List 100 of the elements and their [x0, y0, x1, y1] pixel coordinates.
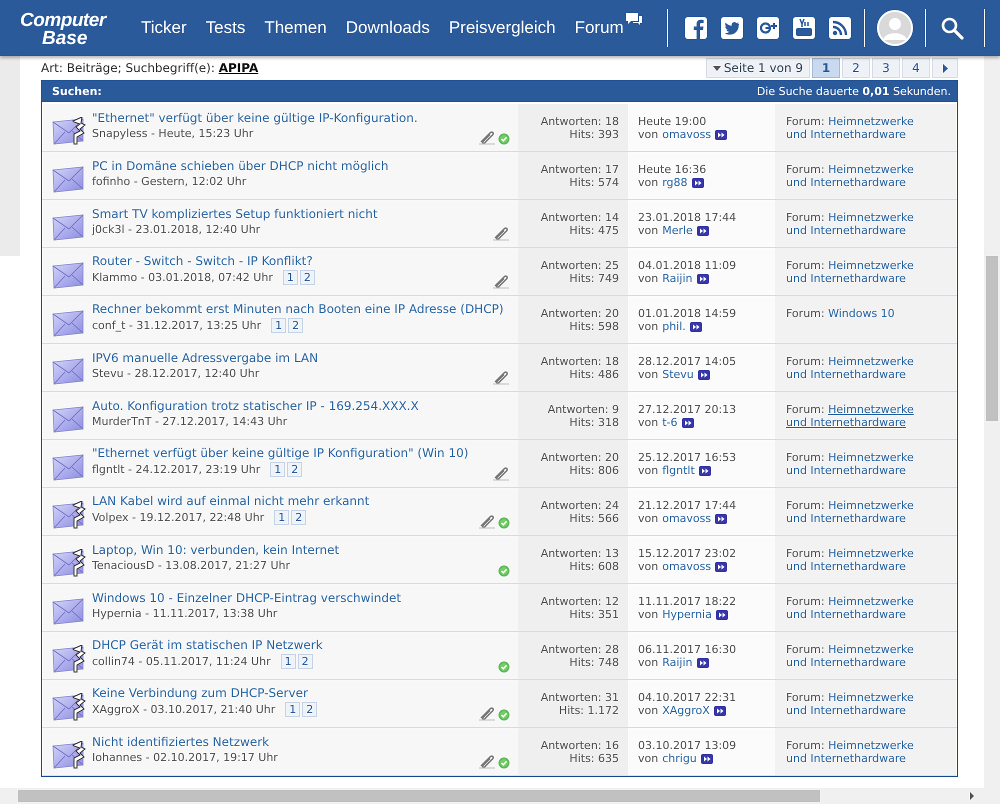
page-link[interactable]: 1 [271, 318, 286, 333]
page-dropdown[interactable]: Seite 1 von 9 [706, 58, 810, 78]
user-link[interactable]: omavoss [662, 512, 712, 525]
forum-info[interactable]: Forum: Heimnetzwerke und Internethardware [786, 115, 926, 141]
nav-link[interactable]: Preisvergleich [448, 18, 556, 38]
topic-link[interactable]: Windows 10 - Einzelner DHCP-Eintrag verschwindet [92, 591, 402, 605]
page-link[interactable]: 2 [300, 270, 315, 285]
user-link[interactable]: Merle [662, 224, 693, 237]
jump-icon[interactable] [698, 466, 711, 476]
page-button[interactable]: 3 [872, 58, 900, 78]
page-link[interactable]: 1 [270, 462, 286, 477]
page-link[interactable]: 2 [291, 510, 306, 525]
jump-icon[interactable] [715, 130, 728, 140]
horizontal-scrollbar[interactable] [0, 788, 1000, 804]
page-link[interactable]: 1 [282, 270, 298, 285]
forum-info[interactable]: Forum: Heimnetzwerke und Internethardware [786, 691, 926, 717]
forum-info[interactable]: Forum: Heimnetzwerke und Internethardware [786, 163, 926, 189]
nav-link[interactable]: Themen [264, 18, 327, 38]
page-link[interactable]: 2 [302, 702, 318, 717]
user-link[interactable]: omavoss [662, 128, 712, 141]
user-link[interactable]: Hypernia [662, 608, 712, 621]
forum-info[interactable]: Forum: Windows 10 [786, 307, 926, 320]
forum-info[interactable]: Forum: Heimnetzwerke und Internethardware [786, 739, 926, 765]
user-link[interactable]: phil. [662, 320, 686, 333]
nav-link[interactable]: Tests [206, 18, 246, 38]
user-link[interactable]: XAggroX [662, 704, 710, 717]
scroll-arrow-icon[interactable] [968, 792, 976, 800]
jump-icon[interactable] [682, 418, 694, 428]
topic-link[interactable]: Rechner bekommt erst Minuten nach Booten eine IP Adresse (DHCP) [92, 302, 504, 316]
user-link[interactable]: rg88 [662, 176, 688, 189]
jump-icon[interactable] [690, 322, 702, 332]
page-link[interactable]: 1 [274, 510, 290, 525]
by-label: von [638, 128, 658, 141]
jump-icon[interactable] [696, 226, 709, 236]
user-link[interactable]: flgntlt [662, 464, 695, 477]
page-button[interactable]: 1 [812, 58, 840, 78]
jump-icon[interactable] [714, 706, 726, 716]
caret-icon [712, 66, 721, 70]
social-icon[interactable] [792, 16, 816, 40]
page-button[interactable]: 2 [842, 58, 870, 78]
page-button[interactable]: 4 [902, 58, 930, 78]
jump-icon[interactable] [700, 754, 713, 764]
page-link[interactable]: 2 [288, 318, 304, 333]
forum-info[interactable]: Forum: Heimnetzwerke und Internethardware [786, 259, 926, 285]
forum-info[interactable]: Forum: Heimnetzwerke und Internethardware [786, 451, 926, 477]
next-page-button[interactable] [932, 58, 958, 78]
forum-info[interactable]: Forum: Heimnetzwerke und Internethardware [786, 595, 926, 621]
topic-link[interactable]: "Ethernet" verfügt über keine gültige IP-Konfiguration. [92, 111, 418, 125]
forum-info[interactable]: Forum: Heimnetzwerke und Internethardware [786, 403, 926, 429]
topic-link[interactable]: LAN Kabel wird auf einmal nicht mehr erkannt [92, 494, 370, 508]
chat-icon[interactable] [624, 12, 643, 26]
search-icon[interactable] [940, 16, 964, 40]
nav-link[interactable]: Forum [574, 18, 624, 38]
reply-count: Antworten: 20 [540, 307, 619, 320]
last-post-date: 11.11.2017 18:22 [638, 595, 738, 608]
topic-link[interactable]: Router - Switch - Switch - IP Konflikt? [92, 254, 315, 268]
jump-icon[interactable] [692, 178, 704, 188]
forum-info[interactable]: Forum: Heimnetzwerke und Internethardware [786, 547, 926, 573]
topic-link[interactable]: "Ethernet verfügt über keine gültige IP Konfiguration" (Win 10) [92, 446, 468, 460]
logo[interactable]: Computer Base [20, 6, 120, 50]
page-link[interactable]: 2 [287, 462, 302, 477]
search-term-link[interactable]: APIPA [218, 61, 258, 75]
user-link[interactable]: Stevu [662, 368, 694, 381]
forum-info[interactable]: Forum: Heimnetzwerke und Internethardware [786, 355, 926, 381]
hit-count: Hits: 351 [568, 608, 619, 621]
jump-icon[interactable] [696, 658, 709, 668]
rss-icon[interactable] [828, 16, 852, 40]
user-link[interactable]: Raijin [662, 272, 693, 285]
topic-link[interactable]: Nicht identifiziertes Netzwerk [92, 735, 286, 749]
user-link[interactable]: Raijin [662, 656, 693, 669]
topic-link[interactable]: Smart TV kompliziertes Setup funktioniert nicht [92, 207, 378, 221]
social-icon[interactable] [756, 16, 780, 40]
user-link[interactable]: t-6 [662, 416, 678, 429]
topic-link[interactable]: Keine Verbindung zum DHCP-Server [92, 686, 318, 700]
forum-info[interactable]: Forum: Heimnetzwerke und Internethardware [786, 643, 926, 669]
page-link[interactable]: 2 [298, 654, 313, 669]
page-link[interactable]: 1 [280, 654, 296, 669]
avatar-icon[interactable] [877, 10, 913, 46]
topic-link[interactable]: DHCP Gerät im statischen IP Netzwerk [92, 638, 323, 652]
user-link[interactable]: chrigu [662, 752, 697, 765]
topic-link[interactable]: IPV6 manuelle Adressvergabe im LAN [92, 351, 318, 365]
forum-info[interactable]: Forum: Heimnetzwerke und Internethardware [786, 499, 926, 525]
nav-link[interactable]: Ticker [141, 18, 187, 38]
reply-count: Antworten: 9 [546, 403, 619, 416]
jump-icon[interactable] [696, 274, 709, 284]
user-link[interactable]: omavoss [662, 560, 712, 573]
vertical-scrollbar[interactable] [984, 56, 1000, 788]
jump-icon[interactable] [715, 562, 728, 572]
page-link[interactable]: 1 [285, 702, 300, 717]
jump-icon[interactable] [715, 514, 728, 524]
forum-info[interactable]: Forum: Heimnetzwerke und Internethardware [786, 211, 926, 237]
topic-link[interactable]: PC in Domäne schieben über DHCP nicht möglich [92, 159, 388, 173]
envelope-arrow-icon [52, 548, 86, 576]
social-icon[interactable] [720, 16, 744, 40]
jump-icon[interactable] [716, 610, 728, 620]
jump-icon[interactable] [698, 370, 710, 380]
nav-link[interactable]: Downloads [346, 18, 430, 38]
social-icon[interactable] [684, 16, 708, 40]
topic-link[interactable]: Laptop, Win 10: verbunden, kein Internet [92, 543, 340, 557]
topic-link[interactable]: Auto. Konfiguration trotz statischer IP - 169.254.XXX.X [92, 399, 419, 413]
